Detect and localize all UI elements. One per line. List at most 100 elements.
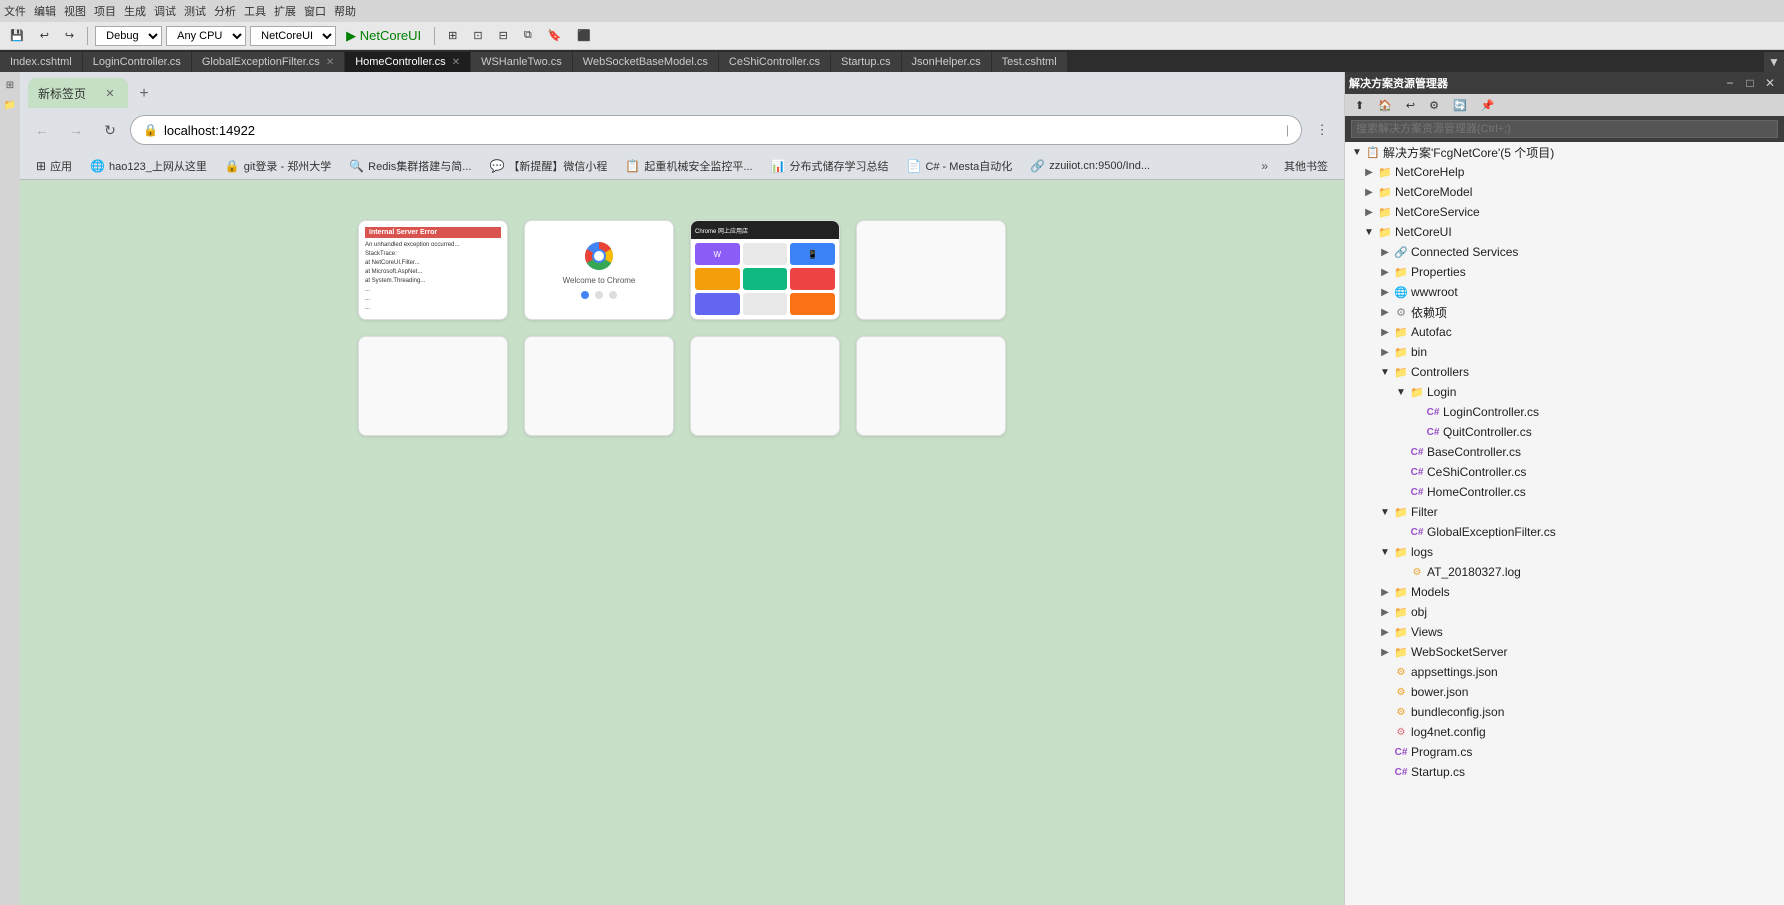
vs-menu-analyze[interactable]: 分析 <box>214 3 236 19</box>
se-item-websocketserver[interactable]: ▶ 📁 WebSocketServer <box>1345 642 1784 662</box>
toolbar-btn-6[interactable]: ⬛ <box>571 27 597 44</box>
se-item-logs[interactable]: ▼ 📁 logs <box>1345 542 1784 562</box>
se-item-obj[interactable]: ▶ 📁 obj <box>1345 602 1784 622</box>
editor-tab-startup[interactable]: Startup.cs <box>831 52 902 72</box>
vs-menu-file[interactable]: 文件 <box>4 3 26 19</box>
browser-tab-close[interactable]: ✕ <box>102 85 118 101</box>
editor-tab-wshanle[interactable]: WSHanleTwo.cs <box>471 52 573 72</box>
vs-menu-debug[interactable]: 调试 <box>154 3 176 19</box>
bookmark-mesta[interactable]: 📄 C# - Mesta自动化 <box>898 155 1020 177</box>
se-item-netcorehelp[interactable]: ▶ 📁 NetCoreHelp <box>1345 162 1784 182</box>
se-item-views[interactable]: ▶ 📁 Views <box>1345 622 1784 642</box>
bookmark-other[interactable]: 其他书签 <box>1276 155 1336 177</box>
debug-mode-dropdown[interactable]: Debug <box>95 26 162 46</box>
forward-button[interactable]: → <box>62 116 90 144</box>
bookmark-distributed[interactable]: 📊 分布式储存学习总结 <box>763 155 897 177</box>
se-item-properties[interactable]: ▶ 📁 Properties <box>1345 262 1784 282</box>
se-item-log4net[interactable]: ▶ ⚙ log4net.config <box>1345 722 1784 742</box>
se-item-globalexception[interactable]: ▶ C# GlobalExceptionFilter.cs <box>1345 522 1784 542</box>
toolbar-btn-5[interactable]: 🔖 <box>542 27 568 44</box>
vs-menu-extensions[interactable]: 扩展 <box>274 3 296 19</box>
browser-tab-active[interactable]: 新标签页 ✕ <box>28 78 128 108</box>
thumbnail-8[interactable] <box>856 336 1006 436</box>
vs-menu-test[interactable]: 测试 <box>184 3 206 19</box>
thumbnail-3[interactable]: Chrome 网上应用店 W 📱 <box>690 220 840 320</box>
thumbnail-6[interactable] <box>524 336 674 436</box>
reload-button[interactable]: ↻ <box>96 116 124 144</box>
se-item-bin[interactable]: ▶ 📁 bin <box>1345 342 1784 362</box>
vs-sidebar-btn-2[interactable]: 📁 <box>1 96 19 114</box>
browser-menu-button[interactable]: ⋮ <box>1308 116 1336 144</box>
se-item-autofac[interactable]: ▶ 📁 Autofac <box>1345 322 1784 342</box>
thumbnail-5[interactable] <box>358 336 508 436</box>
vs-menu-tools[interactable]: 工具 <box>244 3 266 19</box>
vs-menu-window[interactable]: 窗口 <box>304 3 326 19</box>
se-btn-close[interactable]: ✕ <box>1760 73 1780 93</box>
run-button[interactable]: ▶ NetCoreUI <box>340 26 427 46</box>
vs-menu-build[interactable]: 生成 <box>124 3 146 19</box>
se-tool-btn-4[interactable]: ⚙ <box>1423 97 1445 114</box>
se-item-login-folder[interactable]: ▼ 📁 Login <box>1345 382 1784 402</box>
editor-tab-ceshi[interactable]: CeShiController.cs <box>719 52 831 72</box>
thumbnail-1[interactable]: Internal Server Error An unhandled excep… <box>358 220 508 320</box>
new-tab-button[interactable]: + <box>130 80 158 108</box>
se-btn-minimize[interactable]: − <box>1720 73 1740 93</box>
se-tool-btn-3[interactable]: ↩ <box>1400 97 1421 114</box>
vs-menu-view[interactable]: 视图 <box>64 3 86 19</box>
se-item-netcoreui[interactable]: ▼ 📁 NetCoreUI <box>1345 222 1784 242</box>
bookmark-apps[interactable]: ⊞ 应用 <box>28 155 80 177</box>
se-item-filter[interactable]: ▼ 📁 Filter <box>1345 502 1784 522</box>
se-item-netcoreservice[interactable]: ▶ 📁 NetCoreService <box>1345 202 1784 222</box>
address-input[interactable] <box>164 123 1286 138</box>
back-button[interactable]: ← <box>28 116 56 144</box>
se-item-program[interactable]: ▶ C# Program.cs <box>1345 742 1784 762</box>
se-item-bower[interactable]: ▶ ⚙ bower.json <box>1345 682 1784 702</box>
se-item-solution[interactable]: ▼ 📋 解决方案'FcgNetCore'(5 个项目) <box>1345 142 1784 162</box>
se-item-connected-services[interactable]: ▶ 🔗 Connected Services <box>1345 242 1784 262</box>
toolbar-btn-2[interactable]: ⊡ <box>467 27 488 44</box>
se-item-homecontroller[interactable]: ▶ C# HomeController.cs <box>1345 482 1784 502</box>
se-item-log-file[interactable]: ▶ ⚙ AT_20180327.log <box>1345 562 1784 582</box>
se-item-netcoremodel[interactable]: ▶ 📁 NetCoreModel <box>1345 182 1784 202</box>
se-item-basecontroller[interactable]: ▶ C# BaseController.cs <box>1345 442 1784 462</box>
se-item-dependencies[interactable]: ▶ ⚙ 依赖项 <box>1345 302 1784 322</box>
editor-tab-login[interactable]: LoginController.cs <box>83 52 192 72</box>
se-item-startup[interactable]: ▶ C# Startup.cs <box>1345 762 1784 782</box>
bookmark-git[interactable]: 🔒 git登录 - 郑州大学 <box>217 155 339 177</box>
se-tool-btn-5[interactable]: 🔄 <box>1447 97 1473 114</box>
bookmark-redis[interactable]: 🔍 Redis集群搭建与简... <box>341 155 479 177</box>
se-item-logincontroller[interactable]: ▶ C# LoginController.cs <box>1345 402 1784 422</box>
toolbar-btn-3[interactable]: ⊟ <box>493 27 514 44</box>
se-tool-btn-1[interactable]: ⬆ <box>1349 97 1370 114</box>
se-item-bundleconfig[interactable]: ▶ ⚙ bundleconfig.json <box>1345 702 1784 722</box>
se-search-input[interactable] <box>1351 120 1778 138</box>
editor-tab-overflow[interactable]: ▼ <box>1764 52 1784 72</box>
toolbar-redo[interactable]: ↪ <box>59 27 80 44</box>
bookmark-hao123[interactable]: 🌐 hao123_上网从这里 <box>82 155 215 177</box>
bookmark-zzui[interactable]: 🔗 zzuiiot.cn:9500/Ind... <box>1022 156 1158 176</box>
editor-tab-homecontroller[interactable]: HomeController.cs✕ <box>345 52 471 72</box>
se-item-ceshicontroller[interactable]: ▶ C# CeShiController.cs <box>1345 462 1784 482</box>
toolbar-undo[interactable]: ↩ <box>34 27 55 44</box>
bookmark-wechat[interactable]: 💬 【新提醒】微信小程 <box>481 155 615 177</box>
thumbnail-4[interactable] <box>856 220 1006 320</box>
vs-sidebar-btn-1[interactable]: ⊞ <box>1 76 19 94</box>
vs-menu-edit[interactable]: 编辑 <box>34 3 56 19</box>
vs-menu-project[interactable]: 项目 <box>94 3 116 19</box>
vs-menu-help[interactable]: 帮助 <box>334 3 356 19</box>
se-item-controllers[interactable]: ▼ 📁 Controllers <box>1345 362 1784 382</box>
cpu-target-dropdown[interactable]: Any CPU <box>166 26 246 46</box>
editor-tab-index[interactable]: Index.cshtml <box>0 52 83 72</box>
close-globalexception-tab[interactable]: ✕ <box>326 57 334 68</box>
close-homecontroller-tab[interactable]: ✕ <box>452 57 460 68</box>
se-item-wwwroot[interactable]: ▶ 🌐 wwwroot <box>1345 282 1784 302</box>
toolbar-btn-1[interactable]: ⊞ <box>442 27 463 44</box>
toolbar-btn-4[interactable]: ⧉ <box>518 27 538 44</box>
se-item-appsettings[interactable]: ▶ ⚙ appsettings.json <box>1345 662 1784 682</box>
se-item-models[interactable]: ▶ 📁 Models <box>1345 582 1784 602</box>
editor-tab-globalexception[interactable]: GlobalExceptionFilter.cs✕ <box>192 52 345 72</box>
editor-tab-jsonhelper[interactable]: JsonHelper.cs <box>902 52 992 72</box>
project-dropdown[interactable]: NetCoreUI <box>250 26 336 46</box>
se-tool-btn-6[interactable]: 📌 <box>1475 97 1501 114</box>
bookmark-crane[interactable]: 📋 起重机械安全监控平... <box>617 155 760 177</box>
